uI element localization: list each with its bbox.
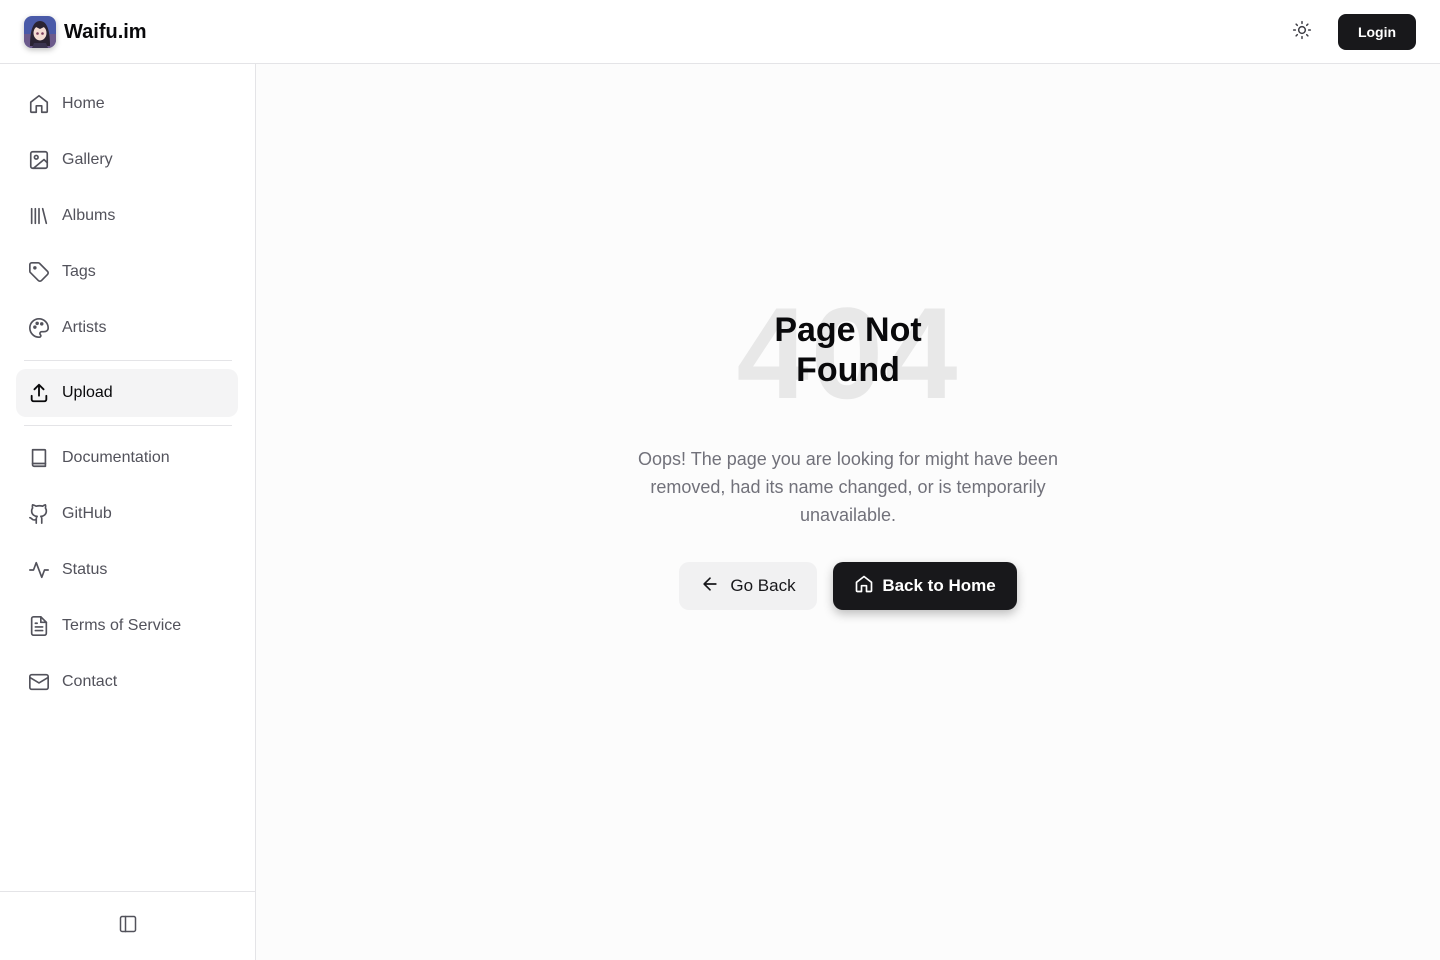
sidebar-item-label: Documentation	[62, 449, 170, 466]
sidebar-item-label: Status	[62, 561, 108, 578]
sidebar-item-label: Contact	[62, 673, 118, 690]
sidebar-item-documentation[interactable]: Documentation	[16, 434, 238, 482]
sidebar-item-gallery[interactable]: Gallery	[16, 136, 238, 184]
back-to-home-button[interactable]: Back to Home	[833, 562, 1017, 610]
sidebar-item-label: Gallery	[62, 151, 113, 168]
sidebar-item-contact[interactable]: Contact	[16, 658, 238, 706]
sidebar-item-label: Artists	[62, 319, 107, 336]
sun-icon	[1292, 20, 1312, 45]
login-button[interactable]: Login	[1338, 14, 1416, 50]
library-icon	[28, 205, 50, 227]
sidebar-toggle-button[interactable]	[116, 914, 140, 938]
brand-name[interactable]: Waifu.im	[64, 20, 147, 44]
top-header: Waifu.im Login	[0, 0, 1440, 64]
sidebar-item-tags[interactable]: Tags	[16, 248, 238, 296]
sidebar-item-status[interactable]: Status	[16, 546, 238, 594]
error-description: Oops! The page you are looking for might…	[638, 449, 1058, 525]
main-content: 404 Page Not Found Oops! The page you ar…	[256, 64, 1440, 960]
tag-icon	[28, 261, 50, 283]
theme-toggle-button[interactable]	[1288, 18, 1316, 46]
image-icon	[28, 149, 50, 171]
github-icon	[28, 503, 50, 525]
arrow-left-icon	[700, 574, 730, 599]
sidebar-item-terms[interactable]: Terms of Service	[16, 602, 238, 650]
sidebar-item-label: Upload	[62, 384, 113, 401]
sidebar-item-github[interactable]: GitHub	[16, 490, 238, 538]
book-icon	[28, 447, 50, 469]
upload-icon	[28, 382, 50, 404]
mail-icon	[28, 671, 50, 693]
go-back-label: Go Back	[730, 576, 796, 595]
sidebar-item-label: GitHub	[62, 505, 112, 522]
sidebar: Home Gallery Albums Tags Artists Upload	[0, 64, 256, 960]
sidebar-item-home[interactable]: Home	[16, 80, 238, 128]
file-text-icon	[28, 615, 50, 637]
sidebar-item-label: Home	[62, 95, 105, 112]
sidebar-item-label: Terms of Service	[62, 617, 182, 634]
sidebar-item-artists[interactable]: Artists	[16, 304, 238, 352]
palette-icon	[28, 317, 50, 339]
sidebar-footer	[0, 891, 255, 960]
home-icon	[28, 93, 50, 115]
go-back-button[interactable]: Go Back	[679, 562, 817, 610]
page-title: Page Not Found	[256, 310, 1440, 390]
sidebar-item-albums[interactable]: Albums	[16, 192, 238, 240]
sidebar-item-label: Albums	[62, 207, 116, 224]
logo[interactable]	[24, 16, 56, 48]
panel-left-icon	[118, 914, 138, 939]
sidebar-item-label: Tags	[62, 263, 96, 280]
sidebar-divider	[24, 360, 232, 361]
sidebar-divider	[24, 425, 232, 426]
page-title-line-1: Page Not	[774, 311, 922, 349]
back-to-home-label: Back to Home	[882, 576, 996, 595]
sidebar-item-upload[interactable]: Upload	[16, 369, 238, 417]
activity-icon	[28, 559, 50, 581]
page-title-line-2: Found	[796, 351, 900, 389]
home-icon	[854, 574, 882, 599]
